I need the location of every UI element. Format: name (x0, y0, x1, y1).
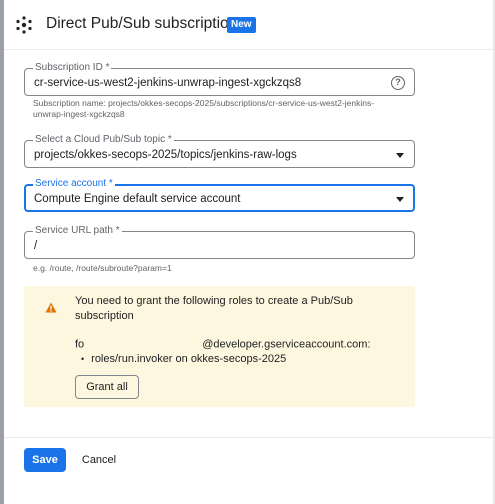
bullet-icon: • (81, 354, 85, 364)
chevron-down-icon[interactable] (396, 197, 404, 202)
page-title: Direct Pub/Sub subscription (46, 15, 238, 32)
redacted-block (84, 338, 203, 351)
warning-message: You need to grant the following roles to… (75, 295, 353, 322)
email-prefix: fo (75, 338, 85, 351)
subscription-id-input[interactable]: cr-service-us-west2-jenkins-unwrap-inges… (34, 77, 301, 89)
pubsub-logo-icon (16, 16, 32, 34)
service-account-email: fo @developer.gserviceaccount.com: (75, 338, 371, 351)
subscription-id-field[interactable]: Subscription ID * cr-service-us-west2-je… (24, 62, 415, 96)
grant-all-button[interactable]: Grant all (75, 375, 139, 399)
service-url-hint: e.g. /route, /route/subroute?param=1 (33, 263, 172, 273)
save-button[interactable]: Save (24, 448, 66, 472)
roles-warning-box: You need to grant the following roles to… (24, 286, 415, 407)
service-url-label: Service URL path * (33, 225, 122, 237)
service-account-value: Compute Engine default service account (34, 193, 241, 205)
footer-divider (4, 437, 493, 438)
topic-value: projects/okkes-secops-2025/topics/jenkin… (34, 149, 297, 161)
warning-icon (45, 302, 57, 313)
service-url-input[interactable]: / (34, 240, 37, 252)
chevron-down-icon[interactable] (396, 153, 404, 158)
topic-label: Select a Cloud Pub/Sub topic * (33, 134, 174, 146)
new-badge: New (227, 17, 256, 33)
email-suffix: @developer.gserviceaccount.com: (202, 338, 371, 351)
panel-header: Direct Pub/Sub subscription New (4, 0, 493, 50)
service-url-field[interactable]: Service URL path * / (24, 225, 415, 259)
subscription-name-hint: Subscription name: projects/okkes-secops… (33, 98, 375, 119)
cancel-button[interactable]: Cancel (74, 448, 124, 472)
subscription-id-label: Subscription ID * (33, 62, 112, 74)
role-list-item: • roles/run.invoker on okkes-secops-2025 (81, 353, 286, 365)
help-icon[interactable]: ? (391, 76, 405, 90)
service-account-select[interactable]: Service account * Compute Engine default… (24, 178, 415, 212)
service-account-label: Service account * (33, 178, 115, 190)
role-text: roles/run.invoker on okkes-secops-2025 (91, 353, 287, 365)
left-edge (0, 0, 4, 504)
topic-select[interactable]: Select a Cloud Pub/Sub topic * projects/… (24, 134, 415, 168)
